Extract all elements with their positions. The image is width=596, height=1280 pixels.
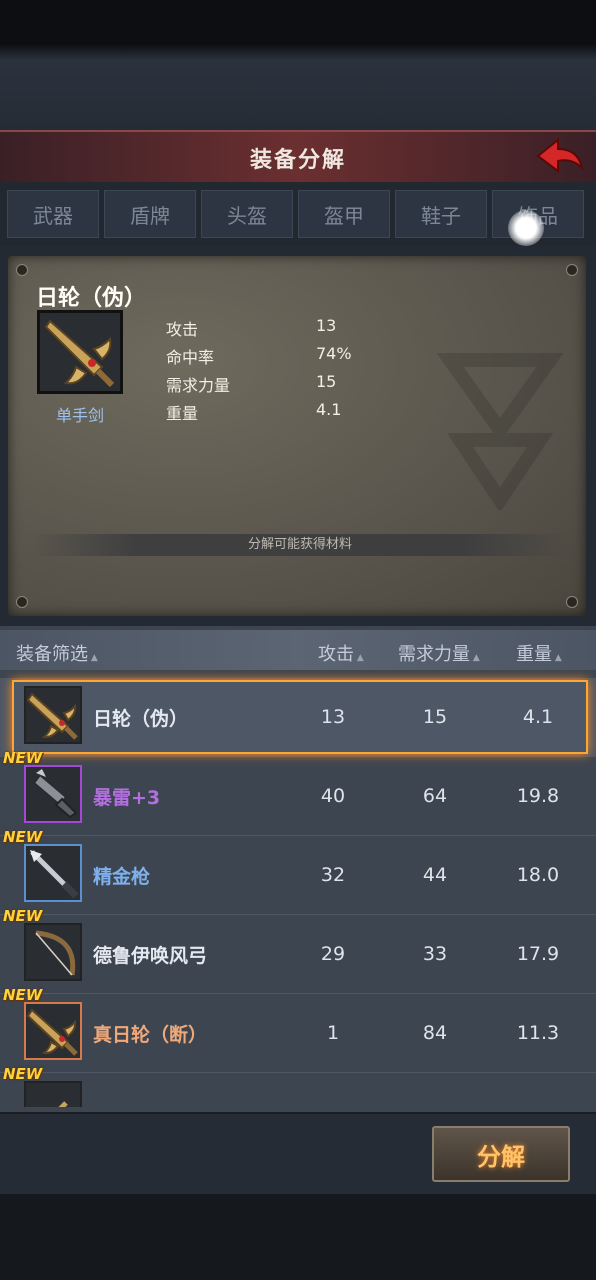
stat-value: 4.1 bbox=[316, 400, 342, 419]
item-name: 精金枪 bbox=[93, 866, 151, 888]
attack-value: 32 bbox=[320, 864, 346, 886]
item-name: 日轮（伪） bbox=[36, 286, 147, 311]
weight-value: 17.9 bbox=[516, 943, 560, 965]
item-name: 日轮（伪） bbox=[93, 708, 189, 730]
bow-icon bbox=[35, 930, 76, 976]
emblem-watermark-icon bbox=[436, 353, 564, 510]
item-icon bbox=[24, 844, 82, 902]
item-icon bbox=[24, 1002, 82, 1060]
decompose-button[interactable]: 分解 bbox=[432, 1126, 570, 1182]
sword-icon bbox=[40, 313, 120, 391]
list-item[interactable]: 真日轮（断） 1 84 11.3 bbox=[0, 994, 596, 1073]
back-button[interactable] bbox=[534, 136, 586, 176]
list-header: 装备筛选 攻击 需求力量 重量 bbox=[0, 630, 596, 670]
list-item[interactable] bbox=[0, 1073, 596, 1107]
item-name: 真日轮（断） bbox=[93, 1024, 208, 1046]
title-bar: 装备分解 bbox=[0, 130, 596, 184]
tab-boots[interactable]: 鞋子 bbox=[395, 190, 487, 238]
item-icon bbox=[24, 923, 82, 981]
item-name: 德鲁伊唤风弓 bbox=[93, 945, 208, 967]
status-area bbox=[0, 0, 596, 130]
pin-icon bbox=[16, 596, 28, 608]
weight-value: 4.1 bbox=[522, 706, 554, 728]
tab-armor[interactable]: 盔甲 bbox=[298, 190, 390, 238]
weight-value: 18.0 bbox=[516, 864, 560, 886]
item-icon bbox=[24, 765, 82, 823]
new-badge: NEW bbox=[3, 828, 43, 846]
stat-label: 攻击 bbox=[166, 320, 199, 339]
stat-label: 需求力量 bbox=[166, 376, 231, 395]
item-type: 单手剑 bbox=[55, 406, 104, 425]
strength-value: 33 bbox=[422, 943, 448, 965]
list-item[interactable]: 暴雷+3 40 64 19.8 bbox=[0, 757, 596, 836]
item-name: 暴雷+3 bbox=[93, 787, 161, 809]
sort-attack-button[interactable]: 攻击 bbox=[318, 640, 364, 666]
sort-weight-button[interactable]: 重量 bbox=[516, 640, 562, 666]
sword-icon bbox=[26, 1008, 78, 1056]
filter-sort-button[interactable]: 装备筛选 bbox=[16, 640, 98, 666]
tab-helmets[interactable]: 头盔 bbox=[201, 190, 293, 238]
list-item[interactable]: 德鲁伊唤风弓 29 33 17.9 bbox=[0, 915, 596, 994]
spear-icon bbox=[30, 850, 79, 899]
partial-item-icon bbox=[58, 1101, 68, 1107]
materials-label: 分解可能获得材料 bbox=[30, 534, 570, 556]
attack-value: 40 bbox=[320, 785, 346, 807]
list-item[interactable]: 精金枪 32 44 18.0 bbox=[0, 836, 596, 915]
strength-value: 84 bbox=[422, 1022, 448, 1044]
page-title: 装备分解 bbox=[249, 148, 346, 173]
attack-value: 29 bbox=[320, 943, 346, 965]
strength-value: 15 bbox=[422, 706, 448, 728]
stat-label: 重量 bbox=[166, 404, 199, 423]
strength-value: 44 bbox=[422, 864, 448, 886]
back-arrow-icon bbox=[536, 137, 584, 173]
strength-value: 64 bbox=[422, 785, 448, 807]
weight-value: 19.8 bbox=[516, 785, 560, 807]
claw-weapon-icon bbox=[32, 769, 78, 819]
tab-shields[interactable]: 盾牌 bbox=[104, 190, 196, 238]
pin-icon bbox=[16, 264, 28, 276]
sort-strength-button[interactable]: 需求力量 bbox=[398, 640, 480, 666]
stat-value: 13 bbox=[316, 316, 337, 335]
pin-icon bbox=[566, 264, 578, 276]
stat-label: 命中率 bbox=[166, 348, 215, 367]
new-badge: NEW bbox=[3, 1065, 43, 1083]
item-icon bbox=[37, 310, 123, 394]
tab-weapons[interactable]: 武器 bbox=[7, 190, 99, 238]
stat-value: 74% bbox=[316, 344, 352, 363]
item-icon bbox=[24, 1081, 82, 1107]
touch-indicator bbox=[508, 210, 544, 246]
item-icon bbox=[24, 686, 82, 744]
navigation-area bbox=[0, 1194, 596, 1280]
new-badge: NEW bbox=[3, 907, 43, 925]
pin-icon bbox=[566, 596, 578, 608]
sword-icon bbox=[26, 692, 78, 740]
new-badge: NEW bbox=[3, 749, 43, 767]
attack-value: 1 bbox=[326, 1022, 340, 1044]
stat-value: 15 bbox=[316, 372, 337, 391]
new-badge: NEW bbox=[3, 986, 43, 1004]
attack-value: 13 bbox=[320, 706, 346, 728]
weight-value: 11.3 bbox=[516, 1022, 560, 1044]
list-item[interactable]: 日轮（伪） 13 15 4.1 bbox=[0, 678, 596, 757]
category-tabs: 武器 盾牌 头盔 盔甲 鞋子 饰品 bbox=[0, 182, 596, 246]
